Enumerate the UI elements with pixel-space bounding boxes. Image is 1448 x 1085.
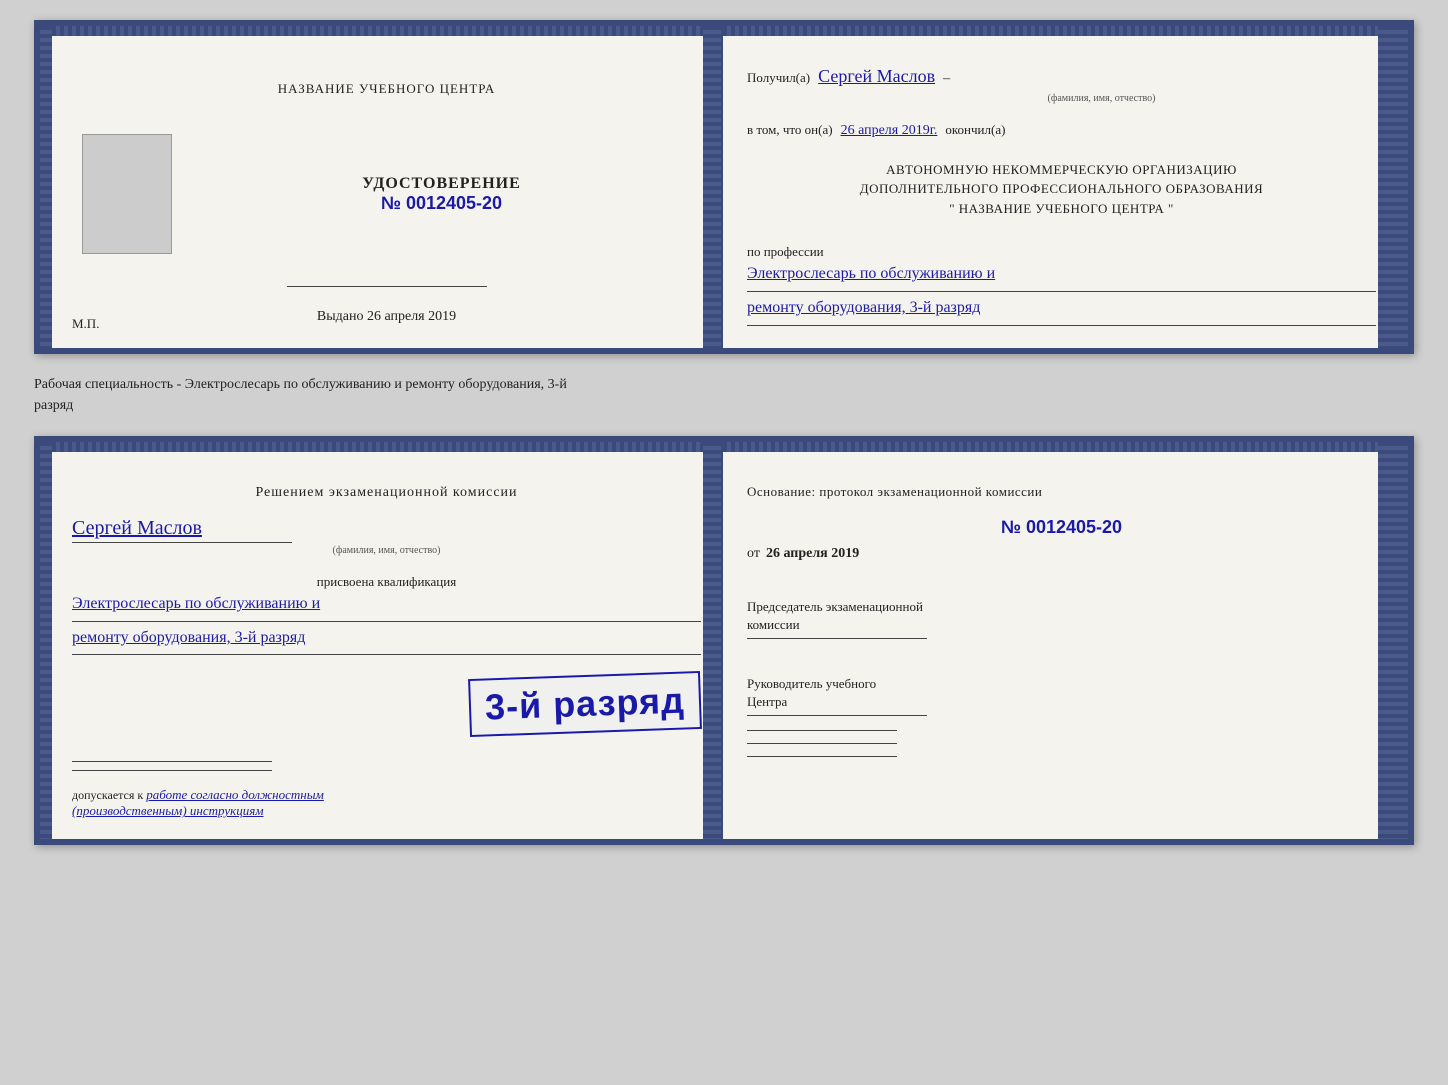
top-decoration bbox=[52, 26, 721, 36]
book-spine-left bbox=[40, 26, 52, 348]
side-decoration-b2l bbox=[703, 442, 721, 840]
side-decoration-right bbox=[703, 26, 721, 348]
book1-left-center-title: НАЗВАНИЕ УЧЕБНОГО ЦЕНТРА bbox=[278, 80, 495, 98]
top-decoration-b2l bbox=[52, 442, 721, 452]
between-label: Рабочая специальность - Электрослесарь п… bbox=[34, 370, 1414, 420]
book1-right-page: Получил(а) Сергей Маслов – (фамилия, имя… bbox=[723, 26, 1396, 348]
leader-sig-line bbox=[747, 715, 927, 716]
photo-placeholder bbox=[82, 134, 172, 254]
book2-spine-right bbox=[1396, 442, 1408, 840]
basis-date-prefix: от bbox=[747, 546, 760, 562]
top-decoration-b2r bbox=[723, 442, 1396, 452]
stamp-box: 3-й разряд bbox=[468, 671, 702, 737]
decision-title: Решением экзаменационной комиссии bbox=[72, 482, 701, 503]
book-spine-right bbox=[1396, 26, 1408, 348]
date-value: 26 апреля 2019г. bbox=[841, 123, 938, 139]
qualification-line2: ремонту оборудования, 3-й разряд bbox=[72, 624, 701, 653]
book2-left-page: Решением экзаменационной комиссии Сергей… bbox=[52, 442, 723, 840]
basis-label: Основание: протокол экзаменационной коми… bbox=[747, 482, 1376, 503]
basis-date: 26 апреля 2019 bbox=[766, 546, 859, 562]
chairman-sig-line bbox=[747, 638, 927, 639]
finished-label: окончил(а) bbox=[945, 118, 1005, 141]
received-label: Получил(а) bbox=[747, 66, 810, 89]
qualification-line1: Электрослесарь по обслуживанию и bbox=[72, 590, 701, 619]
stamp-text: 3-й разряд bbox=[484, 680, 685, 729]
profession-label: по профессии bbox=[747, 244, 1376, 260]
org-line1: АВТОНОМНУЮ НЕКОММЕРЧЕСКУЮ ОРГАНИЗАЦИЮ bbox=[747, 160, 1376, 180]
allowed-label: допускается к bbox=[72, 788, 143, 802]
org-line3: " НАЗВАНИЕ УЧЕБНОГО ЦЕНТРА " bbox=[747, 199, 1376, 219]
assigned-label: присвоена квалификация bbox=[72, 574, 701, 590]
in-that-label: в том, что он(а) bbox=[747, 118, 833, 141]
mp-label: М.П. bbox=[72, 316, 99, 332]
profession-line1: Электрослесарь по обслуживанию и bbox=[747, 260, 1376, 289]
book2-person-name: Сергей Маслов bbox=[72, 517, 701, 540]
book2-spine-left bbox=[40, 442, 52, 840]
issued-date: 26 апреля 2019 bbox=[367, 309, 456, 324]
cert-number: № 0012405-20 bbox=[381, 193, 502, 214]
issued-label: Выдано bbox=[317, 309, 364, 324]
org-line2: ДОПОЛНИТЕЛЬНОГО ПРОФЕССИОНАЛЬНОГО ОБРАЗО… bbox=[747, 179, 1376, 199]
book2-name-subtitle: (фамилия, имя, отчество) bbox=[72, 545, 701, 556]
certificate-book-2: Решением экзаменационной комиссии Сергей… bbox=[34, 436, 1414, 846]
recipient-name: Сергей Маслов bbox=[818, 66, 935, 87]
profession-line2: ремонту оборудования, 3-й разряд bbox=[747, 294, 1376, 323]
cert-label: УДОСТОВЕРЕНИЕ bbox=[362, 175, 521, 193]
book2-right-page: Основание: протокол экзаменационной коми… bbox=[723, 442, 1396, 840]
basis-number: № 0012405-20 bbox=[747, 517, 1376, 538]
leader-label: Руководитель учебного Центра bbox=[747, 675, 1376, 711]
side-decoration-right2 bbox=[1378, 26, 1396, 348]
side-decoration-b2r bbox=[1378, 442, 1396, 840]
book1-left-page: НАЗВАНИЕ УЧЕБНОГО ЦЕНТРА УДОСТОВЕРЕНИЕ №… bbox=[52, 26, 723, 348]
name-subtitle-1: (фамилия, имя, отчество) bbox=[827, 93, 1376, 104]
chairman-label: Председатель экзаменационной комиссии bbox=[747, 598, 1376, 634]
issued-line: Выдано 26 апреля 2019 bbox=[317, 309, 456, 325]
certificate-book-1: НАЗВАНИЕ УЧЕБНОГО ЦЕНТРА УДОСТОВЕРЕНИЕ №… bbox=[34, 20, 1414, 354]
top-decoration-right bbox=[723, 26, 1396, 36]
